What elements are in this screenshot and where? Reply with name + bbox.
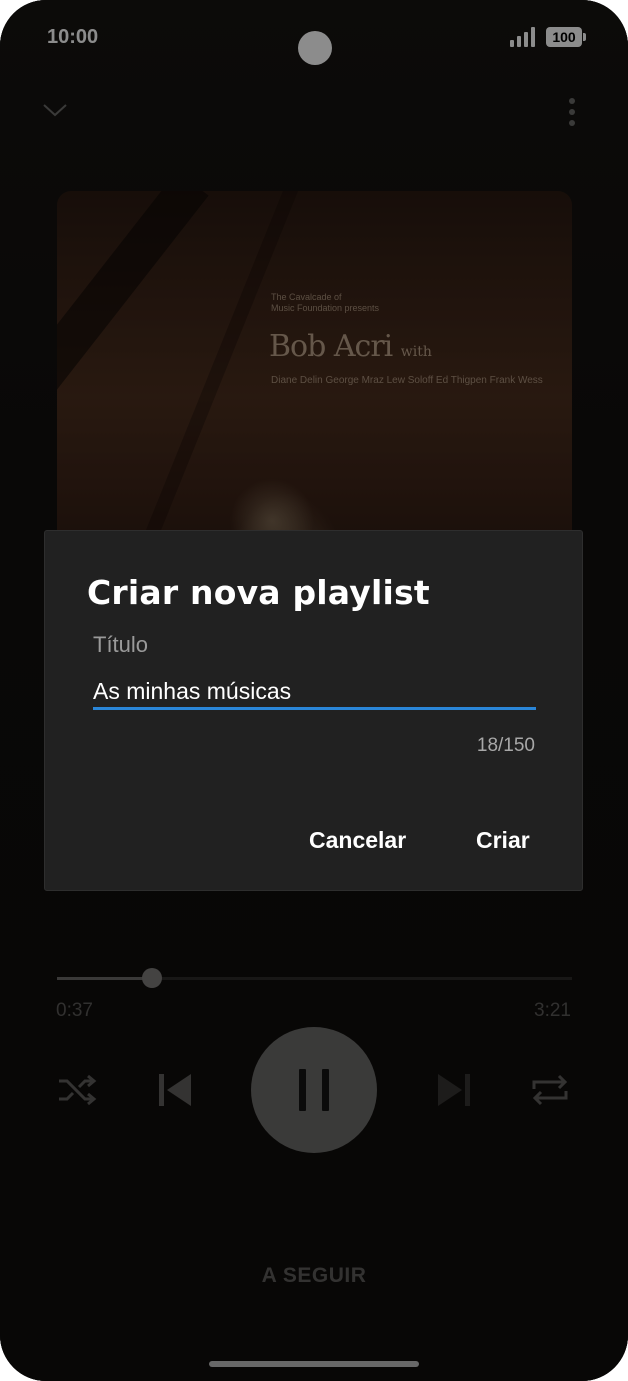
create-button[interactable]: Criar — [476, 827, 530, 854]
dialog-title: Criar nova playlist — [87, 573, 430, 612]
playlist-title-input[interactable] — [93, 674, 536, 708]
character-counter: 18/150 — [476, 735, 535, 756]
player-screen: 10:00 100 The Cavalcade of Music Foundat… — [0, 0, 628, 1381]
title-field-label: Título — [93, 632, 149, 657]
create-playlist-dialog: Criar nova playlist Título 18/150 Cancel… — [44, 530, 583, 891]
phone-frame: 10:00 100 The Cavalcade of Music Foundat… — [0, 0, 628, 1381]
input-underline — [93, 707, 536, 710]
cancel-button[interactable]: Cancelar — [309, 827, 406, 854]
